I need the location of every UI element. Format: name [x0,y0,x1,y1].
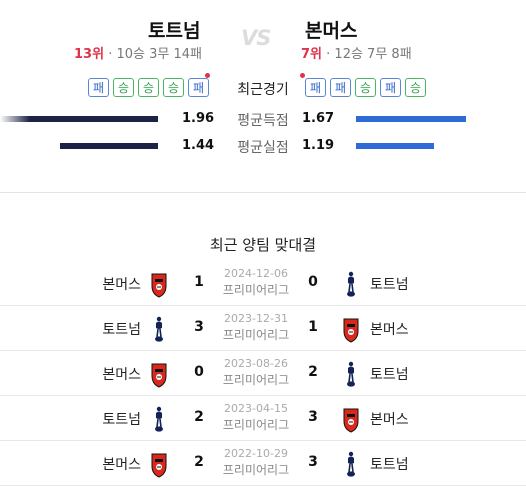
match-home-score: 2 [194,454,204,470]
away-team-crest-icon [342,315,360,343]
match-date: 2023-04-15 [224,402,288,415]
h2h-match-row[interactable]: 본머스 0 2023-08-26 프리미어리그 2 토트넘 [0,352,526,396]
match-home-score: 0 [194,364,204,380]
match-away-team[interactable]: 토트넘 [370,274,409,294]
match-competition: 프리미어리그 [222,328,290,342]
match-date: 2024-12-06 [224,267,288,280]
match-date: 2023-08-26 [224,357,288,370]
match-away-score: 1 [308,319,318,335]
h2h-match-row[interactable]: 토트넘 2 2023-04-15 프리미어리그 3 본머스 [0,397,526,441]
match-away-team[interactable]: 토트넘 [370,454,409,474]
away-team-crest-icon [342,405,360,433]
home-form-badge-2: 승 [113,78,134,97]
home-team-crest-icon [150,405,168,433]
away-goals-against-bar [356,143,434,149]
match-away-score: 3 [308,454,318,470]
h2h-title: 최근 양팀 맞대결 [209,236,317,254]
match-date: 2022-10-29 [224,447,288,460]
match-competition: 프리미어리그 [222,463,290,477]
match-date: 2023-12-31 [224,312,288,325]
match-home-score: 1 [194,274,204,290]
match-competition: 프리미어리그 [222,418,290,432]
home-team-crest-icon [150,360,168,388]
away-team-crest-icon [342,360,360,388]
away-form-badge-2: 패 [330,78,351,97]
home-goals-against-bar [60,143,158,149]
match-home-team[interactable]: 토트넘 [102,319,141,339]
match-home-score: 3 [194,319,204,335]
away-form-badge-1: 패 [305,78,326,97]
home-form-badge-5: 패 [188,78,209,97]
away-goals-against-value: 1.19 [302,138,335,153]
recent-form-label: 최근경기 [237,82,289,98]
home-team-rank: 13위 [74,47,105,62]
away-team-wdl: · 12승 7무 8패 [326,47,412,62]
away-team-record: 7위 · 12승 7무 8패 [301,43,412,62]
home-team-wdl: · 10승 3무 14패 [108,47,202,62]
match-away-team[interactable]: 본머스 [370,319,409,339]
h2h-match-row[interactable]: 본머스 1 2024-12-06 프리미어리그 0 토트넘 [0,262,526,306]
away-team-name[interactable]: 본머스 [305,16,357,43]
away-team-crest-icon [342,270,360,298]
away-goals-for-bar [356,116,466,122]
h2h-match-row[interactable]: 본머스 2 2022-10-29 프리미어리그 3 토트넘 [0,442,526,486]
home-team-crest-icon [150,315,168,343]
match-away-score: 2 [308,364,318,380]
home-form-badge-4: 승 [163,78,184,97]
match-away-score: 3 [308,409,318,425]
match-home-team[interactable]: 본머스 [102,454,141,474]
away-team-crest-icon [342,450,360,478]
away-team-rank: 7위 [301,47,323,62]
away-goals-for-value: 1.67 [302,111,335,126]
match-competition: 프리미어리그 [222,373,290,387]
home-team-crest-icon [150,450,168,478]
match-home-team[interactable]: 본머스 [102,364,141,384]
section-divider [0,192,526,193]
away-form-badge-3: 승 [355,78,376,97]
vs-label: VS [241,26,271,50]
match-home-team[interactable]: 토트넘 [102,409,141,429]
h2h-match-row[interactable]: 토트넘 3 2023-12-31 프리미어리그 1 본머스 [0,307,526,351]
away-form-badge-5: 승 [405,78,426,97]
home-latest-dot [205,73,210,78]
stat-row-goals-against: 1.44 평균실점 1.19 [0,136,526,156]
home-form-badge-3: 승 [138,78,159,97]
home-recent-form: 패승승승패 [88,78,209,97]
match-away-team[interactable]: 토트넘 [370,364,409,384]
match-home-team[interactable]: 본머스 [102,274,141,294]
match-away-team[interactable]: 본머스 [370,409,409,429]
match-away-score: 0 [308,274,318,290]
stat-row-goals-for: 1.96 평균득점 1.67 [0,109,526,129]
match-home-score: 2 [194,409,204,425]
home-team-name[interactable]: 토트넘 [148,16,200,43]
home-team-record: 13위 · 10승 3무 14패 [74,43,202,62]
home-form-badge-1: 패 [88,78,109,97]
match-competition: 프리미어리그 [222,283,290,297]
away-recent-form: 패패승패승 [305,78,426,97]
away-form-badge-4: 패 [380,78,401,97]
home-team-crest-icon [150,270,168,298]
